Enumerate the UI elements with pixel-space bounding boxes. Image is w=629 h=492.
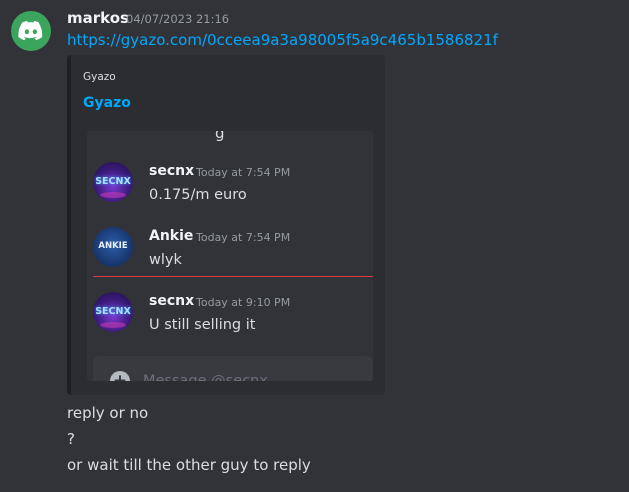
avatar-label: SECNX [95, 176, 131, 187]
discord-logo-icon [18, 21, 43, 41]
followup-message: or wait till the other guy to reply [67, 456, 311, 474]
message-timestamp: 04/07/2023 21:16 [126, 12, 230, 26]
followup-message: ? [67, 430, 75, 448]
chat-message: ANKIE Ankie Today at 7:54 PM wlyk [87, 222, 373, 278]
avatar-glow [100, 192, 126, 198]
embed-provider: Gyazo [83, 71, 116, 83]
followup-message: reply or no [67, 404, 149, 422]
avatar-glow [100, 322, 126, 328]
chat-text: wlyk [149, 252, 182, 268]
chat-username: secnx [149, 163, 195, 179]
embed-screenshot[interactable]: g SECNX secnx Today at 7:54 PM 0.175/m e… [87, 131, 373, 381]
avatar-label: ANKIE [98, 241, 128, 251]
embed-title-link[interactable]: Gyazo [83, 95, 131, 111]
avatar: SECNX [93, 292, 133, 332]
link-embed: Gyazo Gyazo g SECNX secnx Today at 7:54 … [67, 55, 385, 395]
avatar: ANKIE [93, 227, 133, 267]
plus-circle-icon: + [110, 371, 130, 381]
chat-timestamp: Today at 7:54 PM [196, 231, 291, 244]
user-avatar[interactable] [11, 11, 51, 51]
chat-message: SECNX secnx Today at 7:54 PM 0.175/m eur… [87, 157, 373, 213]
chat-username: secnx [149, 293, 195, 309]
message-username[interactable]: markos [67, 9, 129, 27]
avatar: SECNX [93, 162, 133, 202]
chat-message: SECNX secnx Today at 9:10 PM U still sel… [87, 287, 373, 343]
message-composer: + Message @secnx [93, 356, 373, 381]
message-link[interactable]: https://gyazo.com/0cceea9a3a98005f5a9c46… [67, 31, 498, 49]
chat-text: 0.175/m euro [149, 187, 247, 203]
cropped-text: g [215, 131, 226, 142]
new-messages-divider [93, 276, 373, 277]
chat-username: Ankie [149, 228, 194, 244]
chat-timestamp: Today at 7:54 PM [196, 166, 291, 179]
chat-text: U still selling it [149, 317, 256, 333]
avatar-label: SECNX [95, 306, 131, 317]
chat-timestamp: Today at 9:10 PM [196, 296, 291, 309]
composer-placeholder: Message @secnx [143, 373, 268, 381]
